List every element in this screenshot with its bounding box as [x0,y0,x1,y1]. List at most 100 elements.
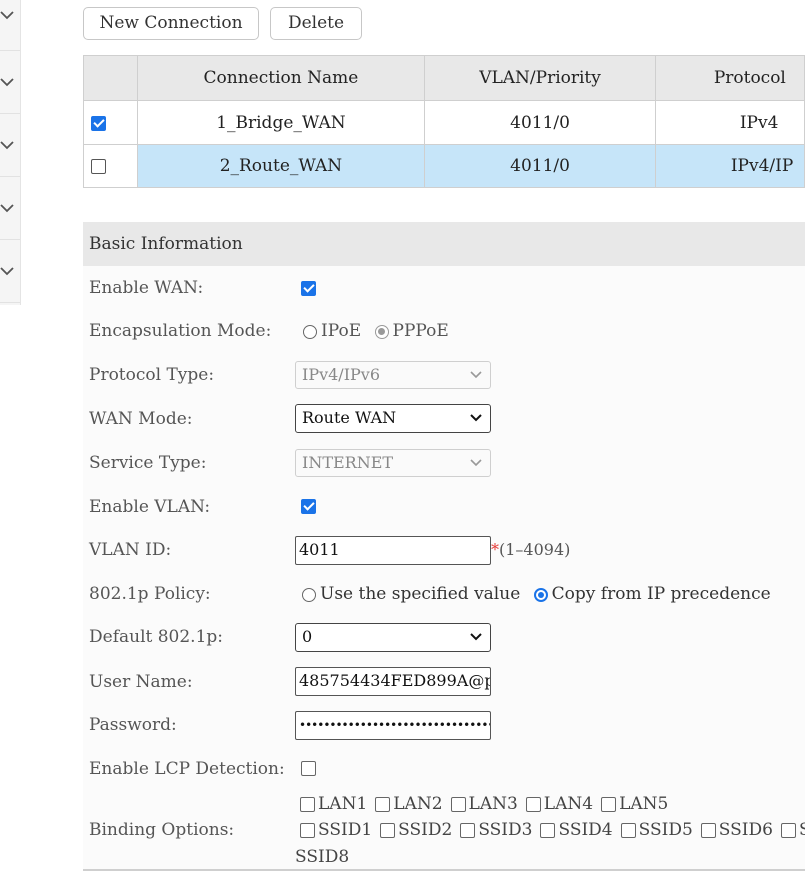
binding-ssid-group: SSID1 SSID2 SSID3 SSID4 SSID5 SSID6 SS [300,820,805,840]
vlan-id-input[interactable]: 4011 [295,536,491,565]
row-checkbox[interactable] [91,159,106,174]
password-label: Password: [89,715,177,735]
chevron-down-icon [0,78,14,87]
chevron-down-icon [470,371,482,379]
section-header: Basic Information [83,222,805,266]
sidebar-item-1[interactable] [0,0,20,51]
policy-label: 802.1p Policy: [89,584,211,604]
pppoe-radio[interactable] [374,324,389,339]
wan-mode-select[interactable]: Route WAN [295,404,491,433]
binding-ssid2[interactable]: SSID2 [380,820,452,840]
encapsulation-mode-label: Encapsulation Mode: [89,321,272,341]
vlan-id-label: VLAN ID: [89,540,172,560]
binding-checkbox[interactable] [780,823,796,838]
row-protocol: IPv4 [654,100,805,145]
binding-checkbox[interactable] [450,797,466,812]
binding-checkbox[interactable] [380,823,396,838]
chevron-down-icon [0,141,14,150]
policy-specified-option[interactable]: Use the specified value [302,584,520,604]
binding-lan3[interactable]: LAN3 [450,794,518,814]
row-select-cell[interactable] [83,144,138,188]
form-body [83,266,805,871]
specified-value-radio[interactable] [302,587,316,602]
chevron-down-icon [470,633,482,641]
chevron-down-icon [0,204,14,213]
sidebar-item-2[interactable] [0,51,20,114]
binding-lan5[interactable]: LAN5 [601,794,668,814]
row-connection-name: 1_Bridge_WAN [136,100,426,145]
binding-ssid8[interactable]: SSID8 [295,847,349,867]
encapsulation-pppoe-option[interactable]: PPPoE [374,321,449,341]
binding-lan1[interactable]: LAN1 [300,794,367,814]
table-header-row: Connection Name VLAN/Priority Protocol [83,55,805,101]
ipoe-radio[interactable] [303,324,317,339]
binding-checkbox[interactable] [601,797,617,812]
sidebar [0,0,21,305]
user-name-label: User Name: [89,672,193,692]
protocol-type-label: Protocol Type: [89,365,215,385]
chevron-down-icon [0,267,14,276]
binding-lan4[interactable]: LAN4 [525,794,593,814]
copy-precedence-radio[interactable] [533,587,548,602]
wan-mode-label: WAN Mode: [89,409,193,429]
lcp-detection-checkbox[interactable] [301,761,316,776]
enable-wan-checkbox[interactable] [301,281,316,296]
vlan-id-hint: *(1–4094) [491,540,570,559]
chevron-down-icon [470,414,482,422]
column-header-connection-name: Connection Name [136,55,426,101]
sidebar-item-4[interactable] [0,177,20,240]
binding-ssid5[interactable]: SSID5 [620,820,693,840]
binding-ssid3[interactable]: SSID3 [460,820,532,840]
enable-vlan-checkbox[interactable] [301,499,316,514]
default-8021p-select[interactable]: 0 [295,623,491,652]
row-vlan-priority: 4011/0 [424,100,656,145]
binding-ssid6[interactable]: SSID6 [700,820,773,840]
binding-checkbox[interactable] [375,797,391,812]
enable-wan-label: Enable WAN: [89,278,204,298]
service-type-select: INTERNET [295,449,491,477]
row-checkbox[interactable] [91,115,106,131]
binding-checkbox[interactable] [540,823,556,838]
policy-group: Use the specified value Copy from IP pre… [302,584,771,604]
row-vlan-priority: 4011/0 [424,144,656,188]
service-type-label: Service Type: [89,453,207,473]
binding-lan2[interactable]: LAN2 [375,794,443,814]
row-protocol: IPv4/IP [654,144,805,188]
row-select-cell[interactable] [83,100,138,145]
binding-options-label: Binding Options: [89,820,235,840]
table-row[interactable]: 2_Route_WAN 4011/0 IPv4/IP [83,144,805,188]
wan-connection-table: Connection Name VLAN/Priority Protocol 1… [83,55,805,188]
vlan-range-text: (1–4094) [499,540,571,559]
binding-checkbox[interactable] [300,797,315,812]
table-row[interactable]: 1_Bridge_WAN 4011/0 IPv4 [83,100,805,145]
default-8021p-label: Default 802.1p: [89,627,224,647]
required-mark: * [491,540,499,559]
encapsulation-ipoe-option[interactable]: IPoE [303,321,361,341]
sidebar-item-3[interactable] [0,114,20,177]
password-input[interactable]: •••••••••••••••••••••••••••••••••• [295,711,491,740]
select-column-header [83,55,138,101]
binding-ssid4[interactable]: SSID4 [540,820,613,840]
new-connection-button[interactable]: New Connection [83,7,259,40]
binding-checkbox[interactable] [525,797,541,812]
protocol-type-select: IPv4/IPv6 [295,361,491,389]
lcp-detection-label: Enable LCP Detection: [89,759,285,779]
binding-lan-group: LAN1 LAN2 LAN3 LAN4 LAN5 [300,794,676,814]
binding-checkbox[interactable] [700,823,716,838]
binding-checkbox[interactable] [620,823,636,838]
policy-copy-option[interactable]: Copy from IP precedence [533,584,771,604]
binding-checkbox[interactable] [300,823,315,838]
row-connection-name: 2_Route_WAN [136,144,426,188]
chevron-down-icon [470,459,482,467]
encapsulation-mode-group: IPoE PPPoE [303,321,449,341]
binding-checkbox[interactable] [460,823,476,838]
user-name-input[interactable]: 485754434FED899A@po [295,667,491,696]
delete-button[interactable]: Delete [270,7,362,40]
binding-ssid1[interactable]: SSID1 [300,820,372,840]
sidebar-item-5[interactable] [0,240,20,303]
enable-vlan-label: Enable VLAN: [89,497,211,517]
chevron-down-icon [0,11,14,20]
column-header-vlan-priority: VLAN/Priority [424,55,656,101]
binding-ssid7[interactable]: SS [780,820,805,840]
column-header-protocol: Protocol [654,55,805,101]
